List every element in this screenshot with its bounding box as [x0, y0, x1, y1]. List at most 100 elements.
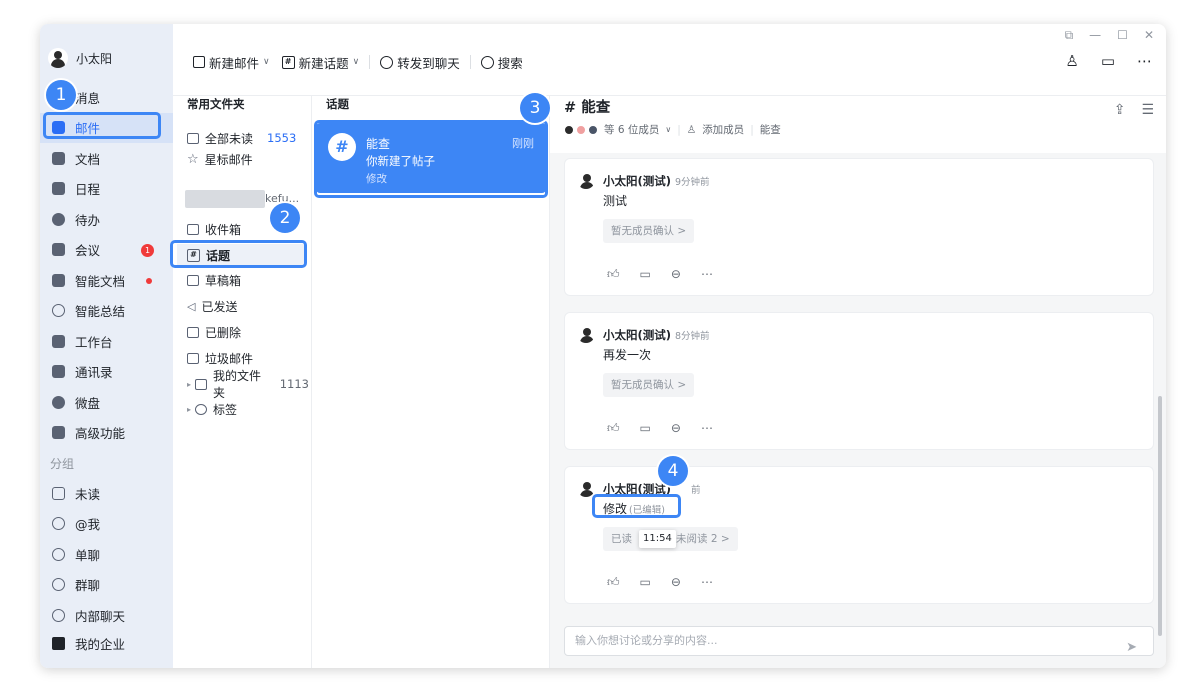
nav-item-drive[interactable]: 微盘 [40, 387, 173, 418]
nav-item-group-chat[interactable]: 群聊 [40, 570, 173, 601]
nav-item-single-chat[interactable]: 单聊 [40, 539, 173, 570]
forward-icon[interactable]: ⊖ [671, 421, 681, 436]
user-profile[interactable]: 小太阳 [48, 48, 112, 68]
post-text: 再发一次 [603, 348, 652, 362]
maximize-icon[interactable]: ☐ [1117, 28, 1128, 43]
nav-item-my-company[interactable]: 我的企业 [40, 629, 173, 657]
avatar [577, 171, 595, 189]
confirm-status-button[interactable]: 暂无成员确认 > [603, 373, 695, 397]
highlight-topic-card [314, 120, 548, 198]
callout-2: 2 [270, 203, 300, 233]
search-button[interactable]: 搜索 [475, 53, 529, 72]
comment-icon[interactable]: ▭ [640, 421, 651, 436]
forward-icon[interactable]: ⊖ [671, 267, 681, 282]
unread-dot [146, 278, 152, 284]
nav-item-docs[interactable]: 文档 [40, 143, 173, 174]
forward-to-chat-button[interactable]: 转发到聊天 [374, 53, 466, 72]
folder-spam[interactable]: 垃圾邮件 [187, 348, 309, 368]
like-icon[interactable]: 👍︎ [607, 575, 620, 590]
read-label: 已读 [611, 533, 632, 545]
nav-label: 群聊 [75, 578, 101, 594]
send-icon[interactable]: ➤ [1126, 634, 1137, 662]
chevron-down-icon: ∨ [352, 57, 360, 67]
author-name: 小太阳(测试) [603, 328, 672, 342]
folder-drafts[interactable]: 草稿箱 [187, 270, 309, 290]
topic-header-actions: ⇪ ☰ [1114, 102, 1154, 118]
author-name: 小太阳(测试) [603, 174, 672, 188]
nav-item-mentions[interactable]: @我 [40, 509, 173, 540]
more-icon[interactable]: ⋯ [1137, 52, 1152, 70]
toolbar-actions: 新建邮件 ∨ # 新建话题 ∨ 转发到聊天 搜索 [187, 52, 529, 72]
nav-item-advanced[interactable]: 高级功能 [40, 418, 173, 449]
menu-icon[interactable]: ☰ [1141, 102, 1154, 118]
scrollbar[interactable] [1158, 396, 1162, 636]
topic-list-header: 话题 [326, 97, 349, 111]
divider [369, 55, 371, 69]
post-text: 测试 [603, 194, 628, 208]
folder-label: 标签 [213, 402, 238, 417]
divider [469, 55, 471, 69]
minimize-icon[interactable]: — [1089, 28, 1101, 43]
nav-item-workbench[interactable]: 工作台 [40, 326, 173, 357]
add-member-button[interactable]: 添加成员 [702, 122, 744, 137]
reply-placeholder: 输入你想讨论或分享的内容... [575, 634, 718, 647]
share-icon[interactable]: ⇪ [1114, 102, 1126, 118]
folder-label: 收件箱 [205, 222, 242, 237]
folder-all-unread[interactable]: 全部未读 1553 [187, 128, 309, 148]
account-redacted [185, 190, 265, 208]
confirm-status-button[interactable]: 暂无成员确认 > [603, 219, 695, 243]
nav-item-calendar[interactable]: 日程 [40, 174, 173, 205]
new-mail-button[interactable]: 新建邮件 ∨ [187, 53, 276, 72]
add-member-icon: ♙ [686, 123, 697, 136]
nav-item-todo[interactable]: 待办 [40, 204, 173, 235]
forward-icon[interactable]: ⊖ [671, 575, 681, 590]
layout-icon[interactable]: ▭ [1101, 52, 1115, 70]
caret-right-icon: ▸ [187, 379, 192, 389]
tag-icon [195, 403, 208, 415]
post-actions: 👍︎ ▭ ⊖ ⋯ [607, 267, 713, 282]
nav-item-smart-docs[interactable]: 智能文档 [40, 265, 173, 296]
folder-sent[interactable]: ◁ 已发送 [187, 296, 309, 316]
chevron-down-icon: ∨ [263, 57, 270, 67]
spam-icon [187, 352, 199, 364]
close-icon[interactable]: ✕ [1144, 28, 1154, 43]
time-tooltip: 11:54 [639, 530, 676, 548]
folder-tags[interactable]: ▸ 标签 [187, 399, 309, 419]
reply-input[interactable]: 输入你想讨论或分享的内容... ➤ [564, 626, 1154, 656]
folder-my-folders[interactable]: ▸ 我的文件夹 1113 [187, 369, 309, 400]
post-actions: 👍︎ ▭ ⊖ ⋯ [607, 421, 713, 436]
nav-item-meeting[interactable]: 会议 1 [40, 235, 173, 266]
like-icon[interactable]: 👍︎ [607, 421, 620, 436]
compose-icon [193, 56, 205, 68]
new-topic-button[interactable]: # 新建话题 ∨ [276, 53, 366, 72]
folder-starred[interactable]: ☆ 星标邮件 [187, 149, 309, 169]
post-card: 小太阳(测试) 8分钟前 再发一次 暂无成员确认 > 👍︎ ▭ ⊖ ⋯ [564, 312, 1154, 450]
nav-label: 智能文档 [75, 273, 126, 289]
meeting-icon [52, 243, 65, 257]
nav-item-smart-summary[interactable]: 智能总结 [40, 296, 173, 327]
comment-icon[interactable]: ▭ [640, 575, 651, 590]
document-icon [52, 151, 65, 165]
like-icon[interactable]: 👍︎ [607, 267, 620, 282]
mail-icon [187, 132, 199, 144]
more-icon[interactable]: ⋯ [701, 421, 713, 436]
more-icon[interactable]: ⋯ [701, 575, 713, 590]
nav-item-unread[interactable]: 未读 [40, 478, 173, 509]
folder-label: 草稿箱 [205, 273, 242, 288]
comment-icon[interactable]: ▭ [640, 267, 651, 282]
at-icon [52, 517, 65, 531]
avatar [577, 479, 595, 497]
nav-item-internal-chat[interactable]: 内部聊天 [40, 600, 173, 631]
nav-item-contacts[interactable]: 通讯录 [40, 357, 173, 388]
folder-deleted[interactable]: 已删除 [187, 322, 309, 342]
caret-right-icon: ▸ [187, 404, 192, 414]
member-count[interactable]: 等 6 位成员 [604, 122, 659, 137]
grid-icon [52, 334, 65, 348]
avatar [48, 48, 68, 68]
more-icon[interactable]: ⋯ [701, 267, 713, 282]
divider: | [750, 123, 754, 136]
contact-icon[interactable]: ♙ [1065, 52, 1078, 70]
nav-label: 微盘 [75, 395, 101, 411]
folder-label: 垃圾邮件 [205, 351, 254, 366]
pin-icon[interactable]: ⧉ [1065, 28, 1074, 43]
